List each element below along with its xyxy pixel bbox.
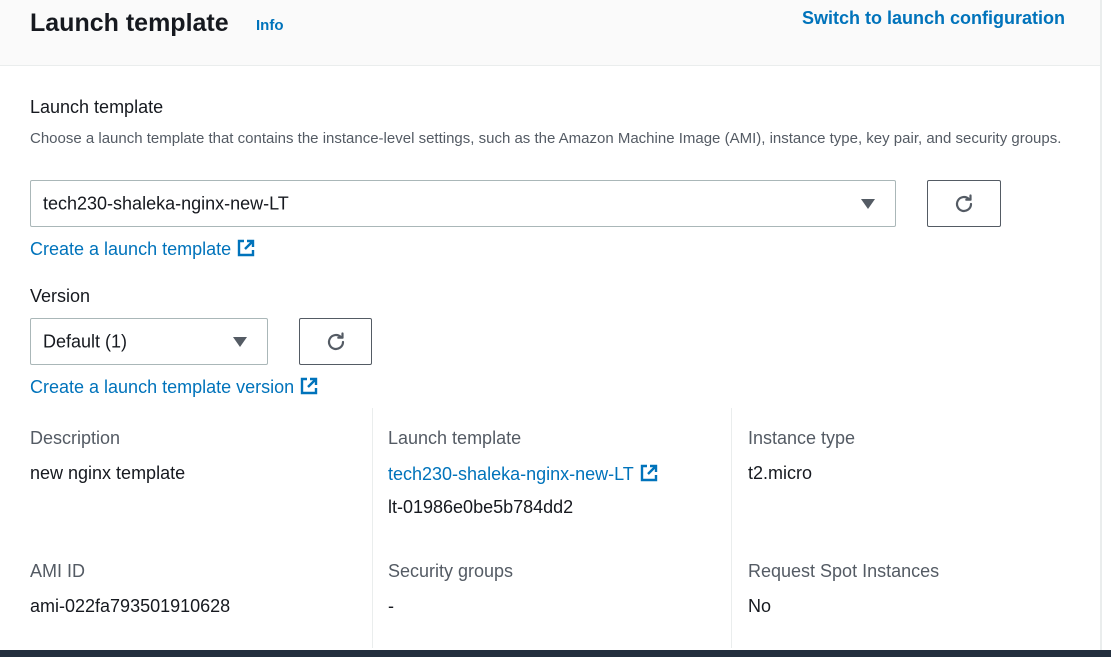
description-key: Description xyxy=(30,428,121,448)
version-label: Version xyxy=(30,286,91,306)
create-launch-template-link[interactable]: Create a launch template xyxy=(30,238,256,260)
launch-template-select[interactable]: tech230-shaleka-nginx-new-LT xyxy=(30,180,896,227)
instance-type-key: Instance type xyxy=(748,428,856,448)
request-spot-value: No xyxy=(748,596,772,616)
refresh-launch-templates-button[interactable] xyxy=(927,180,1001,227)
description-value: new nginx template xyxy=(30,463,186,483)
refresh-versions-button[interactable] xyxy=(299,318,372,365)
panel-right-border xyxy=(1100,0,1102,657)
create-launch-template-version-link[interactable]: Create a launch template version xyxy=(30,376,319,398)
security-groups-key: Security groups xyxy=(388,561,514,581)
launch-template-label: Launch template xyxy=(30,97,164,117)
request-spot-key: Request Spot Instances xyxy=(748,561,940,581)
security-groups-value: - xyxy=(388,596,394,616)
create-launch-template-link-label: Create a launch template xyxy=(30,239,232,259)
external-link-icon xyxy=(237,239,255,257)
version-select[interactable]: Default (1) xyxy=(30,318,268,365)
launch-template-description: Choose a launch template that contains t… xyxy=(30,130,1062,147)
info-link[interactable]: Info xyxy=(256,17,284,34)
caret-down-icon xyxy=(233,336,247,347)
external-link-icon xyxy=(300,377,318,395)
caret-down-icon xyxy=(861,198,875,209)
launch-template-name: tech230-shaleka-nginx-new-LT xyxy=(388,464,634,484)
create-launch-template-version-link-label: Create a launch template version xyxy=(30,377,295,397)
switch-to-launch-configuration-link[interactable]: Switch to launch configuration xyxy=(802,8,1065,29)
external-link-icon xyxy=(640,464,657,482)
section-header: Launch template Info Switch to launch co… xyxy=(0,0,1100,66)
column-divider xyxy=(372,408,373,648)
launch-template-id: lt-01986e0be5b784dd2 xyxy=(388,497,574,517)
launch-template-name-link[interactable]: tech230-shaleka-nginx-new-LT xyxy=(388,463,659,485)
launch-template-selected-value: tech230-shaleka-nginx-new-LT xyxy=(43,193,289,213)
refresh-icon xyxy=(955,193,973,212)
launch-template-key: Launch template xyxy=(388,428,522,448)
version-selected-value: Default (1) xyxy=(43,331,128,351)
refresh-icon xyxy=(327,331,344,350)
instance-type-value: t2.micro xyxy=(748,463,813,483)
section-title: Launch template xyxy=(30,9,229,37)
ami-id-value: ami-022fa793501910628 xyxy=(30,596,231,616)
column-divider xyxy=(731,408,732,648)
bottom-bar xyxy=(0,650,1111,657)
ami-id-key: AMI ID xyxy=(30,561,86,581)
